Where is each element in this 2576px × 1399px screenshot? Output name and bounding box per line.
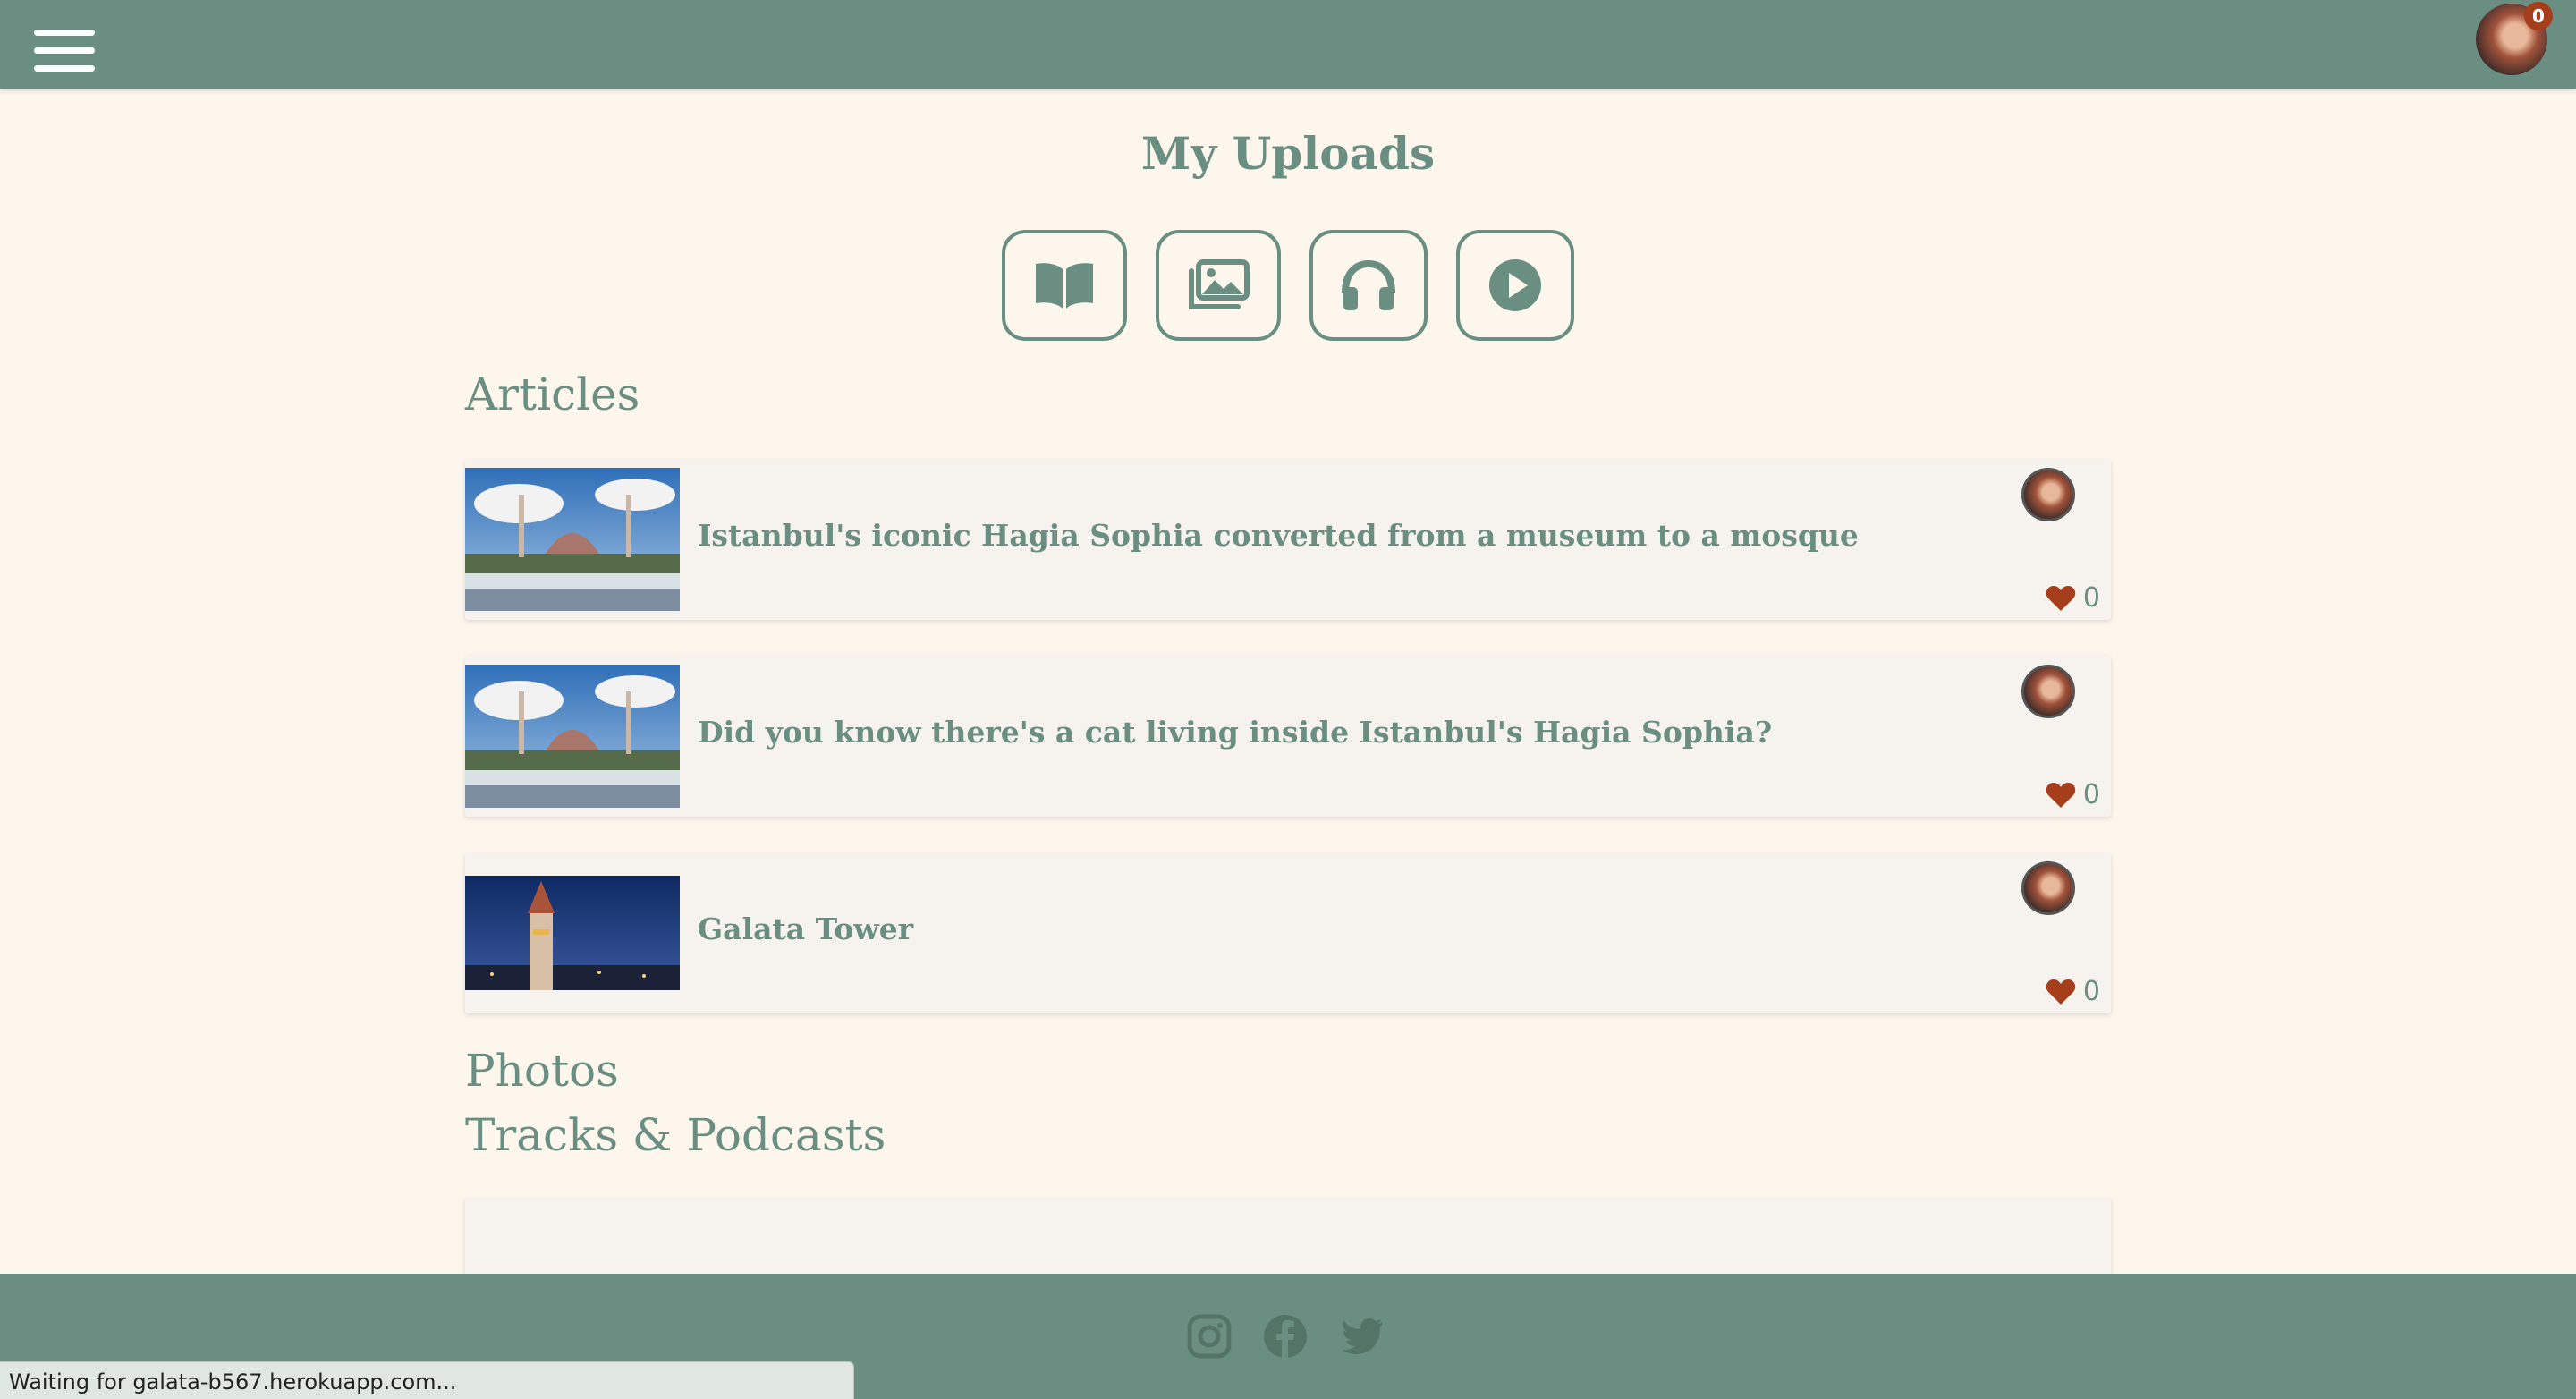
tracks-heading: Tracks & Podcasts [465, 1109, 886, 1161]
photos-heading: Photos [465, 1045, 619, 1097]
likes-counter[interactable]: 0 [2046, 582, 2100, 614]
article-card[interactable]: Istanbul's iconic Hagia Sophia converted… [465, 459, 2111, 620]
filter-articles-button[interactable] [1002, 230, 1127, 341]
browser-status-bar: Waiting for galata-b567.herokuapp.com... [0, 1361, 854, 1399]
likes-count: 0 [2082, 582, 2100, 614]
author-avatar[interactable] [2021, 665, 2075, 718]
article-card[interactable]: Galata Tower 0 [465, 852, 2111, 1013]
author-avatar[interactable] [2021, 861, 2075, 915]
filter-videos-button[interactable] [1456, 230, 1574, 341]
notification-badge: 0 [2524, 2, 2553, 30]
top-navbar: 0 [0, 0, 2576, 89]
heart-icon [2046, 979, 2076, 1005]
article-thumbnail [465, 468, 680, 611]
images-icon [1189, 259, 1250, 309]
play-circle-icon [1489, 259, 1541, 311]
article-thumbnail [465, 665, 680, 808]
instagram-icon[interactable] [1186, 1313, 1233, 1360]
article-thumbnail [465, 876, 680, 990]
twitter-icon[interactable] [1340, 1313, 1386, 1360]
article-title[interactable]: Istanbul's iconic Hagia Sophia converted… [698, 518, 1859, 553]
articles-heading: Articles [465, 369, 640, 420]
article-card[interactable]: Did you know there's a cat living inside… [465, 656, 2111, 817]
book-icon [1036, 263, 1093, 309]
headphones-icon [1342, 259, 1395, 310]
likes-counter[interactable]: 0 [2046, 779, 2100, 810]
facebook-icon[interactable] [1262, 1313, 1309, 1360]
article-title[interactable]: Galata Tower [698, 911, 913, 946]
heart-icon [2046, 585, 2076, 611]
likes-counter[interactable]: 0 [2046, 976, 2100, 1007]
filter-photos-button[interactable] [1156, 230, 1281, 341]
filter-tracks-button[interactable] [1309, 230, 1428, 341]
heart-icon [2046, 782, 2076, 808]
page-title: My Uploads [1140, 127, 1436, 180]
profile-avatar[interactable]: 0 [2476, 2, 2553, 75]
likes-count: 0 [2082, 779, 2100, 810]
likes-count: 0 [2082, 976, 2100, 1007]
article-title[interactable]: Did you know there's a cat living inside… [698, 715, 1772, 750]
hamburger-menu-icon[interactable] [34, 30, 97, 76]
author-avatar[interactable] [2021, 468, 2075, 521]
